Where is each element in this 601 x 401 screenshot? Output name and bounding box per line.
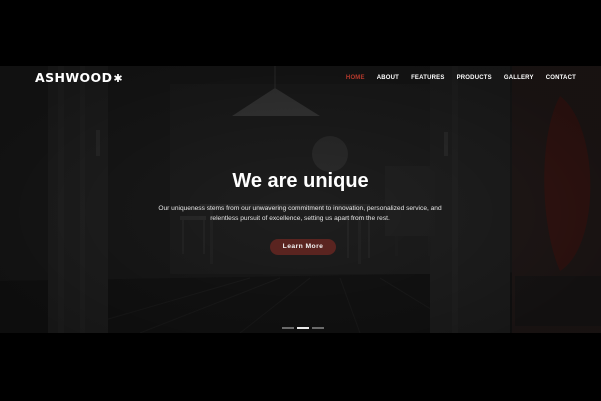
hero-dark-overlay xyxy=(0,66,601,333)
header-bar: ASHWOOD✱ HOME ABOUT FEATURES PRODUCTS GA… xyxy=(0,66,601,90)
hero-subtitle: Our uniqueness stems from our unwavering… xyxy=(158,205,442,222)
main-nav: HOME ABOUT FEATURES PRODUCTS GALLERY CON… xyxy=(346,74,576,82)
nav-item-contact[interactable]: CONTACT xyxy=(546,74,576,82)
brand-logo[interactable]: ASHWOOD✱ xyxy=(35,71,123,86)
hero-title: We are unique xyxy=(232,170,369,192)
nav-item-products[interactable]: PRODUCTS xyxy=(457,74,492,82)
nav-item-home[interactable]: HOME xyxy=(346,74,365,82)
nav-item-about[interactable]: ABOUT xyxy=(377,74,399,82)
nav-item-gallery[interactable]: GALLERY xyxy=(504,74,534,82)
learn-more-button[interactable]: Learn More xyxy=(270,239,336,255)
palm-tree-icon: ✱ xyxy=(113,72,123,85)
nav-item-features[interactable]: FEATURES xyxy=(411,74,445,82)
slider-pagination xyxy=(282,327,324,329)
slider-dot-2[interactable] xyxy=(297,327,309,329)
brand-name: ASHWOOD xyxy=(35,70,113,85)
slider-dot-1[interactable] xyxy=(282,327,294,329)
slider-dot-3[interactable] xyxy=(312,327,324,329)
hero-section: ASHWOOD✱ HOME ABOUT FEATURES PRODUCTS GA… xyxy=(0,66,601,333)
